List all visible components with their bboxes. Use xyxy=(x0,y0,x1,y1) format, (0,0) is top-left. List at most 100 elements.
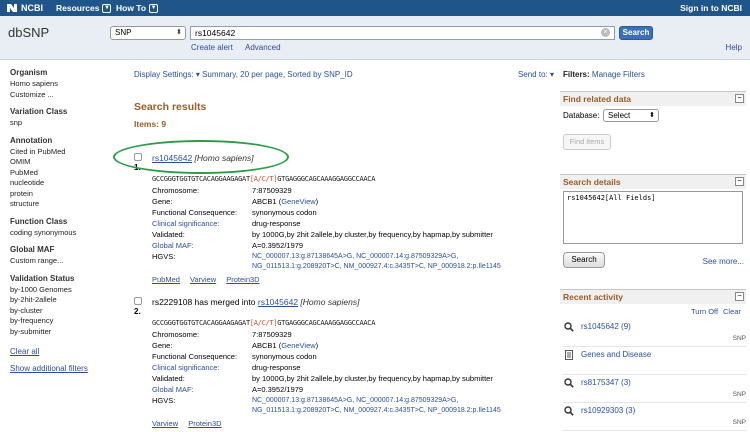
clinical-significance-link[interactable]: Clinical significance: xyxy=(152,363,252,374)
result-checkbox[interactable] xyxy=(134,297,142,305)
activity-label[interactable]: rs1045642 (9) xyxy=(581,322,631,331)
send-to-menu[interactable]: Send to: ▾ xyxy=(518,70,554,79)
filter-item[interactable]: by-cluster xyxy=(10,306,116,317)
display-settings[interactable]: Display Settings: ▾ Summary, 20 per page… xyxy=(134,70,353,79)
highlight-circle-annotation xyxy=(113,140,289,174)
select-arrows-icon: ⬍ xyxy=(649,112,655,119)
filter-item[interactable]: OMIM xyxy=(10,157,116,168)
sequence-left: GCCGGGTGGTGTCACAGGAAGAGAT xyxy=(152,175,250,183)
geneview-link[interactable]: GeneView xyxy=(281,341,315,350)
field-value: ABCB1 (GeneView) xyxy=(252,197,319,206)
howto-menu[interactable]: How To ▼ xyxy=(116,3,159,13)
filter-group-global-maf: Global MAF Custom range... xyxy=(10,245,116,267)
send-to-label: Send to: xyxy=(517,70,548,79)
see-more-link[interactable]: See more... xyxy=(703,257,744,266)
filter-group-variation-class: Variation Class snp xyxy=(10,107,116,129)
filter-group-heading: Annotation xyxy=(10,135,53,145)
resources-menu[interactable]: Resources ▼ xyxy=(56,3,112,13)
field-value: synonymous codon xyxy=(252,208,317,217)
clear-activity-link[interactable]: Clear xyxy=(723,307,741,316)
ncbi-logo[interactable]: NCBI xyxy=(6,2,43,14)
filter-item[interactable]: protein xyxy=(10,189,116,200)
filter-item[interactable]: nucleotide xyxy=(10,178,116,189)
protein3d-link[interactable]: Protein3D xyxy=(188,419,221,428)
chevron-down-icon: ▼ xyxy=(149,3,159,13)
filter-item[interactable]: snp xyxy=(10,118,116,129)
pubmed-link[interactable]: PubMed xyxy=(152,275,180,284)
activity-database: SNP xyxy=(732,419,746,426)
collapse-icon[interactable]: − xyxy=(735,94,744,103)
result-title-link[interactable]: rs1045642 xyxy=(258,297,298,307)
recent-activity-item[interactable]: rs8175347 (3) SNP xyxy=(563,375,746,403)
database-select[interactable]: SNP ⬍ xyxy=(110,26,186,40)
field-label: Validated: xyxy=(152,374,185,383)
clear-all-filters-link[interactable]: Clear all xyxy=(10,347,116,356)
varview-link[interactable]: Varview xyxy=(190,275,216,284)
activity-label[interactable]: rs8175347 (3) xyxy=(581,378,631,387)
clinical-significance-link[interactable]: Clinical significance: xyxy=(152,219,252,230)
panel-header[interactable]: Recent activity − xyxy=(560,290,746,304)
panel-header[interactable]: Find related data − xyxy=(560,92,746,106)
filter-item[interactable]: Homo sapiens xyxy=(10,79,116,90)
turn-off-link[interactable]: Turn Off xyxy=(691,307,718,316)
results-title: Search results xyxy=(134,101,207,113)
show-additional-filters-link[interactable]: Show additional filters xyxy=(10,364,116,373)
search-icon xyxy=(564,406,574,416)
field-label: HGVS: xyxy=(152,396,176,405)
filter-item[interactable]: by-1000 Genomes xyxy=(10,285,116,296)
activity-database: SNP xyxy=(732,391,746,398)
find-items-button[interactable]: Find items xyxy=(563,134,611,150)
create-alert-link[interactable]: Create alert xyxy=(191,43,233,52)
filter-item[interactable]: by-2hit-2allele xyxy=(10,295,116,306)
recent-activity-item[interactable]: rs1045642 (9) SNP xyxy=(563,319,746,347)
field-label: HGVS: xyxy=(152,252,176,261)
hgvs-link[interactable]: NC_000007.13:g.87138645A>G, NC_000007.14… xyxy=(252,252,458,263)
field-value: A=0.3952/1979 xyxy=(252,241,304,250)
filter-item[interactable]: PubMed xyxy=(10,168,116,179)
activity-label[interactable]: Genes and Disease xyxy=(581,350,651,359)
hgvs-link[interactable]: NG_011513.1:g.208920T>C, NM_000927.4:c.3… xyxy=(252,262,501,273)
recent-activity-item[interactable]: rs10929303 (3) SNP xyxy=(563,403,746,431)
database-select-value: SNP xyxy=(115,28,132,37)
filter-group-heading: Function Class xyxy=(10,216,68,226)
manage-filters-link[interactable]: Manage Filters xyxy=(592,70,645,79)
geneview-link[interactable]: GeneView xyxy=(281,197,315,206)
search-details-panel: Search details − xyxy=(560,174,746,189)
hgvs-link[interactable]: NG_011513.1:g.208920T>C, NM_000927.4:c.3… xyxy=(252,406,501,417)
filter-item[interactable]: Cited in PubMed xyxy=(10,147,116,158)
filters-heading: Filters: Manage Filters xyxy=(563,70,645,79)
field-label: Gene: xyxy=(152,341,173,350)
advanced-search-link[interactable]: Advanced xyxy=(245,43,281,52)
filter-item[interactable]: coding synonymous xyxy=(10,228,116,239)
filter-item[interactable]: Custom range... xyxy=(10,256,116,267)
result-links: Varview Protein3D xyxy=(152,419,230,428)
help-link[interactable]: Help xyxy=(726,43,742,52)
filter-item[interactable]: by-submitter xyxy=(10,327,116,338)
filter-item[interactable]: by-frequency xyxy=(10,316,116,327)
merge-notice: rs2229108 has merged into xyxy=(152,297,256,307)
search-input[interactable] xyxy=(190,26,615,40)
sign-in-link[interactable]: Sign in to NCBI xyxy=(680,3,742,13)
global-maf-link[interactable]: Global MAF: xyxy=(152,385,252,396)
filter-item[interactable]: Customize ... xyxy=(10,90,116,101)
varview-link[interactable]: Varview xyxy=(152,419,178,428)
resources-menu-label: Resources xyxy=(56,3,100,13)
hgvs-link[interactable]: NC_000007.13:g.87138645A>G, NC_000007.14… xyxy=(252,396,458,407)
clear-search-icon[interactable]: × xyxy=(601,28,610,37)
search-details-textarea[interactable]: rs1045642[All Fields] xyxy=(563,191,743,244)
panel-header[interactable]: Search details − xyxy=(560,175,746,189)
field-value: synonymous codon xyxy=(252,352,317,361)
search-details-button[interactable]: Search xyxy=(563,252,605,268)
recent-activity-item[interactable]: Genes and Disease xyxy=(563,347,746,375)
protein3d-link[interactable]: Protein3D xyxy=(226,275,259,284)
collapse-icon[interactable]: − xyxy=(735,177,744,186)
activity-label[interactable]: rs10929303 (3) xyxy=(581,406,635,415)
field-value: drug-response xyxy=(252,363,301,372)
panel-title: Search details xyxy=(563,177,621,187)
filter-item[interactable]: structure xyxy=(10,199,116,210)
flanking-sequence: GCCGGGTGGTGTCACAGGAAGAGAT[A/C/T]GTGAGGGC… xyxy=(152,319,375,327)
global-maf-link[interactable]: Global MAF: xyxy=(152,241,252,252)
related-database-select[interactable]: Select ⬍ xyxy=(603,109,659,122)
collapse-icon[interactable]: − xyxy=(735,292,744,301)
search-button[interactable]: Search xyxy=(619,26,653,40)
